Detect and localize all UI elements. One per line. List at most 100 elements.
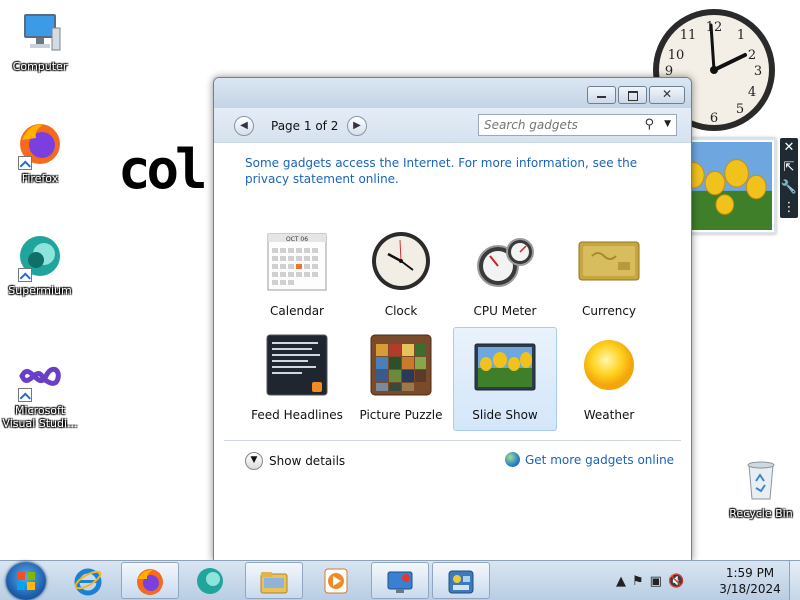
gadget-calendar[interactable]: OCT 06 Calendar (245, 223, 349, 327)
close-icon[interactable]: ✕ (780, 138, 798, 158)
next-page-button[interactable]: ▶ (347, 116, 367, 136)
gallery-toolbar: ◀ Page 1 of 2 ▶ ⚲ ▼ (214, 108, 691, 143)
supermium-icon (16, 232, 64, 282)
taskbar: ▲ ⚑ ▣ 🔇 1:59 PM 3/18/2024 (0, 560, 800, 600)
desktop-icon-label: Firefox (21, 172, 59, 185)
gadget-weather[interactable]: Weather (557, 327, 661, 431)
taskbar-supermium[interactable] (182, 562, 240, 599)
svg-text:11: 11 (680, 28, 697, 43)
folder-icon (260, 572, 288, 594)
show-details-label: Show details (269, 454, 346, 468)
gadget-controls: ✕ ⇱ 🔧 ⋮ (780, 138, 798, 218)
calendar-icon: OCT 06 (266, 230, 328, 292)
page-label: Page 1 of 2 (271, 119, 339, 133)
picture-puzzle-icon (370, 334, 432, 396)
gadget-picture-puzzle[interactable]: Picture Puzzle (349, 327, 453, 431)
start-button[interactable] (6, 562, 46, 600)
taskbar-clock[interactable]: 1:59 PM 3/18/2024 (716, 565, 784, 597)
chevron-down-icon[interactable]: ▼ (664, 119, 671, 129)
clock-time: 1:59 PM (725, 566, 775, 580)
gadget-grid: OCT 06 Calendar Clock CPU Meter Currency… (245, 223, 665, 433)
taskbar-firefox[interactable] (121, 562, 179, 599)
desktop-icon-label: Microsoft Visual Studi... (2, 404, 78, 430)
taskbar-control-panel[interactable] (371, 562, 429, 599)
taskbar-gadgets[interactable] (432, 562, 490, 599)
clock-icon (370, 230, 432, 292)
windows-logo-icon (17, 572, 35, 590)
desktop-icon-firefox[interactable]: Firefox (1, 120, 79, 185)
minimize-button[interactable] (587, 86, 616, 104)
gadget-name: Picture Puzzle (359, 408, 443, 422)
shortcut-arrow-icon (18, 268, 32, 282)
cpu-meter-icon (474, 230, 536, 292)
feed-headlines-icon (266, 334, 328, 396)
svg-text:10: 10 (668, 48, 685, 63)
taskbar-media-player[interactable] (308, 562, 366, 599)
gadgets-icon (448, 570, 474, 594)
volume-muted-icon[interactable]: 🔇 (668, 574, 684, 589)
svg-text:5: 5 (736, 102, 744, 117)
system-tray: ▲ ⚑ ▣ 🔇 (616, 561, 684, 600)
svg-text:1: 1 (737, 28, 745, 43)
gadget-cpu-meter[interactable]: CPU Meter (453, 223, 557, 327)
visual-studio-icon (16, 352, 64, 402)
desktop-icon-recycle-bin[interactable]: Recycle Bin (722, 455, 800, 520)
desktop-icon-visual-studio[interactable]: Microsoft Visual Studi... (1, 352, 79, 430)
slide-show-icon (474, 334, 536, 396)
gadget-clock[interactable]: Clock (349, 223, 453, 327)
action-center-flag-icon[interactable]: ⚑ (632, 574, 644, 589)
svg-text:3: 3 (754, 64, 762, 79)
search-icon[interactable]: ⚲ (644, 117, 654, 132)
currency-icon (578, 230, 640, 292)
gadget-name: Clock (384, 304, 418, 318)
get-more-gadgets-label: Get more gadgets online (525, 452, 675, 467)
control-panel-icon (387, 571, 413, 593)
gadget-name: Calendar (270, 304, 324, 318)
calendar-month-text: OCT 06 (286, 236, 308, 243)
gadget-currency[interactable]: Currency (557, 223, 661, 327)
options-wrench-icon[interactable]: 🔧 (780, 178, 798, 198)
weather-sun-icon (578, 334, 640, 396)
desktop-icon-label: Computer (12, 60, 68, 73)
supermium-icon (197, 568, 223, 594)
firefox-icon (16, 120, 64, 170)
clock-date: 3/18/2024 (719, 582, 781, 596)
desktop-icon-label: Recycle Bin (729, 507, 793, 520)
computer-icon (16, 8, 64, 56)
maximize-button[interactable] (618, 86, 647, 104)
internet-notice-link[interactable]: Some gadgets access the Internet. For mo… (245, 155, 645, 187)
gadget-name: CPU Meter (473, 304, 537, 318)
gadget-name: Currency (581, 304, 637, 318)
desktop-icon-label: Supermium (8, 284, 72, 297)
show-details-button[interactable]: ▼ Show details (245, 452, 345, 470)
desktop-icon-computer[interactable]: Computer (1, 8, 79, 73)
resize-icon[interactable]: ⇱ (780, 158, 798, 178)
gadget-name: Slide Show (472, 408, 538, 422)
show-desktop-button[interactable] (789, 561, 800, 600)
recycle-bin-icon (737, 455, 785, 503)
show-hidden-icons-icon[interactable]: ▲ (616, 574, 626, 589)
taskbar-windows-explorer[interactable] (245, 562, 303, 599)
divider (224, 440, 681, 441)
taskbar-internet-explorer[interactable] (60, 562, 118, 599)
search-input[interactable] (479, 115, 629, 135)
desktop-icon-supermium[interactable]: Supermium (1, 232, 79, 297)
shortcut-arrow-icon (18, 156, 32, 170)
drag-handle-icon[interactable]: ⋮ (780, 198, 798, 218)
chevron-down-icon: ▼ (245, 452, 263, 470)
desktop-pixel-text: col (118, 138, 208, 201)
get-more-gadgets-link[interactable]: Get more gadgets online (505, 452, 674, 467)
svg-text:2: 2 (748, 48, 756, 63)
media-player-icon (324, 568, 348, 594)
network-icon[interactable]: ▣ (650, 574, 662, 589)
close-button[interactable] (649, 86, 685, 104)
internet-explorer-icon (74, 568, 102, 596)
gadget-gallery-window: ◀ Page 1 of 2 ▶ ⚲ ▼ Some gadgets access … (213, 77, 692, 561)
previous-page-button[interactable]: ◀ (234, 116, 254, 136)
gadget-name: Feed Headlines (251, 408, 343, 422)
gadget-feed-headlines[interactable]: Feed Headlines (245, 327, 349, 431)
gadget-slide-show[interactable]: Slide Show (453, 327, 557, 431)
firefox-icon (137, 569, 163, 595)
svg-text:6: 6 (710, 111, 718, 126)
window-titlebar[interactable] (214, 78, 691, 108)
